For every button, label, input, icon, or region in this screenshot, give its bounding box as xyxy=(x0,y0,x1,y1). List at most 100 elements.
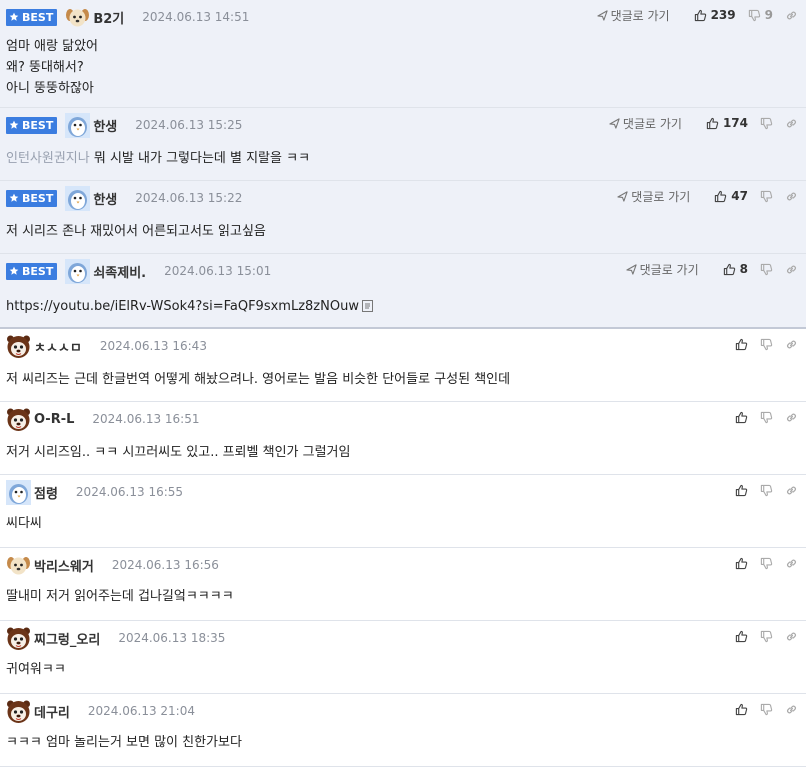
reply-target[interactable]: 인턴사원권지나 xyxy=(6,151,90,166)
copy-link-button[interactable] xyxy=(785,630,798,643)
comment-body: 저거 시리즈임.. ㅋㅋ 시끄러씨도 있고.. 프뢰벨 책인가 그럴거임 xyxy=(6,442,350,463)
nickname[interactable]: B2기 xyxy=(93,8,124,27)
thumbs-up-icon xyxy=(694,9,706,21)
copy-link-button[interactable] xyxy=(785,338,798,351)
copy-link-button[interactable] xyxy=(785,703,798,716)
upvote-count: 174 xyxy=(722,116,748,130)
comment-text-line: 엄마 애랑 닮았어 xyxy=(6,36,98,57)
comment-text: 딸내미 저거 읽어주는데 겁나길엌ㅋㅋㅋㅋ xyxy=(6,589,234,604)
comment-body: 씨다씨 xyxy=(6,513,42,534)
best-badge-label: BEST xyxy=(22,191,54,205)
avatar[interactable] xyxy=(65,258,91,284)
upvote-button[interactable] xyxy=(735,630,748,643)
goto-comment-link[interactable]: 댓글로 가기 xyxy=(617,188,690,205)
thumbs-down-icon xyxy=(760,117,773,129)
avatar[interactable] xyxy=(65,185,91,211)
comment-date: 2024.06.13 18:35 xyxy=(118,631,226,645)
nickname[interactable]: 한생 xyxy=(93,116,117,135)
downvote-button[interactable] xyxy=(760,411,773,424)
avatar[interactable] xyxy=(6,407,31,432)
copy-link-button[interactable] xyxy=(785,190,798,203)
upvote-button[interactable]: 47 xyxy=(714,189,748,203)
goto-comment-link[interactable]: 댓글로 가기 xyxy=(596,7,670,24)
comment-actions xyxy=(723,402,798,432)
avatar[interactable] xyxy=(65,112,91,138)
comment-date: 2024.06.13 16:51 xyxy=(92,412,200,426)
downvote-button[interactable] xyxy=(760,117,773,130)
dog-face-icon xyxy=(66,8,90,26)
upvote-button[interactable]: 174 xyxy=(706,116,748,130)
downvote-button[interactable] xyxy=(760,338,773,351)
avatar[interactable] xyxy=(6,699,31,724)
thumbs-down-icon xyxy=(760,703,773,715)
nickname[interactable]: 한생 xyxy=(93,189,117,208)
upvote-button[interactable] xyxy=(735,484,748,497)
best-badge: BEST xyxy=(6,8,58,26)
downvote-button[interactable] xyxy=(760,263,773,276)
downvote-button[interactable]: 9 xyxy=(748,8,773,22)
comment-actions xyxy=(723,329,798,359)
comment-text-line: 저거 시리즈임.. ㅋㅋ 시끄러씨도 있고.. 프뢰벨 책인가 그럴거임 xyxy=(6,442,350,463)
downvote-button[interactable] xyxy=(760,557,773,570)
upvote-button[interactable] xyxy=(735,703,748,716)
downvote-button[interactable] xyxy=(760,703,773,716)
thumbs-down-icon xyxy=(760,263,773,275)
avatar[interactable] xyxy=(6,334,31,359)
upvote-button[interactable] xyxy=(735,338,748,351)
comment-text-line: 아니 뚱뚱하잖아 xyxy=(6,78,98,99)
upvote-count: 239 xyxy=(710,8,736,22)
comment-actions: 댓글로 가기 8 xyxy=(625,254,798,284)
link-icon xyxy=(787,705,796,713)
comment-header: BEST 한생 2024.06.13 15:25 xyxy=(6,108,242,142)
comment-text[interactable]: https://youtu.be/iElRv-WSok4?si=FaQF9sxm… xyxy=(6,299,359,314)
nickname[interactable]: O-R-L xyxy=(34,412,74,427)
copy-link-button[interactable] xyxy=(785,117,798,130)
goto-comment-link[interactable]: 댓글로 가기 xyxy=(625,261,699,278)
downvote-button[interactable] xyxy=(760,484,773,497)
copy-link-button[interactable] xyxy=(785,557,798,570)
downvote-count: 9 xyxy=(764,8,773,22)
copy-link-button[interactable] xyxy=(785,484,798,497)
copy-link-button[interactable] xyxy=(785,411,798,424)
avatar[interactable] xyxy=(65,5,90,30)
goto-comment-link[interactable]: 댓글로 가기 xyxy=(609,115,682,132)
nickname[interactable]: 점령 xyxy=(34,483,58,502)
comment-body: 저 씨리즈는 근데 한글번역 어떻게 해놨으려나. 영어로는 발음 비슷한 단어… xyxy=(6,369,510,390)
nickname[interactable]: 찌그렁_오리 xyxy=(34,629,100,648)
link-icon xyxy=(787,11,796,19)
nickname[interactable]: 박리스웨거 xyxy=(34,556,94,575)
downvote-button[interactable] xyxy=(760,190,773,203)
nickname[interactable]: 쇠족제비. xyxy=(93,262,146,281)
comment-text: ㅋㅋㅋ 엄마 놀리는거 보면 많이 친한가보다 xyxy=(6,735,242,750)
thumbs-down-icon xyxy=(760,630,773,642)
comment-text: 저 씨리즈는 근데 한글번역 어떻게 해놨으려나. 영어로는 발음 비슷한 단어… xyxy=(6,372,511,387)
best-comment: BEST B2기 2024.06.13 14:51 댓글로 가기 239 9 엄마 애랑 닮… xyxy=(0,0,806,108)
comment-date: 2024.06.13 15:01 xyxy=(164,264,272,278)
copy-link-button[interactable] xyxy=(785,9,798,22)
best-badge-label: BEST xyxy=(22,10,54,24)
comment-text-line: https://youtu.be/iElRv-WSok4?si=FaQF9sxm… xyxy=(6,296,373,317)
link-icon xyxy=(787,413,796,421)
bear-face-icon xyxy=(7,627,30,650)
upvote-button[interactable] xyxy=(735,411,748,424)
comment-date: 2024.06.13 21:04 xyxy=(87,704,195,718)
comment-text: 저 시리즈 존나 재밌어서 어른되고서도 읽고싶음 xyxy=(6,224,266,239)
downvote-button[interactable] xyxy=(760,630,773,643)
avatar[interactable] xyxy=(6,553,31,578)
nickname[interactable]: ㅊㅅㅅㅁ xyxy=(34,337,82,356)
nickname[interactable]: 데구리 xyxy=(34,702,70,721)
avatar[interactable] xyxy=(6,626,31,651)
upvote-button[interactable]: 8 xyxy=(723,262,748,276)
copy-link-button[interactable] xyxy=(785,263,798,276)
upvote-button[interactable]: 239 xyxy=(694,8,736,22)
best-comment: BEST 한생 2024.06.13 15:22 댓글로 가기 47 저 시리즈 존나 재… xyxy=(0,181,806,254)
goto-comment-label: 댓글로 가기 xyxy=(610,8,670,23)
comment-text: 귀여워ㅋㅋ xyxy=(6,662,66,677)
comment-text-line: 저 시리즈 존나 재밌어서 어른되고서도 읽고싶음 xyxy=(6,221,266,242)
external-link-icon[interactable] xyxy=(361,298,373,312)
avatar[interactable] xyxy=(6,479,31,505)
best-comment: BEST 한생 2024.06.13 15:25 댓글로 가기 174 인턴사원권지나 뭐… xyxy=(0,108,806,181)
bear-face-icon xyxy=(7,700,30,723)
upvote-button[interactable] xyxy=(735,557,748,570)
penguin-face-icon xyxy=(65,112,91,138)
